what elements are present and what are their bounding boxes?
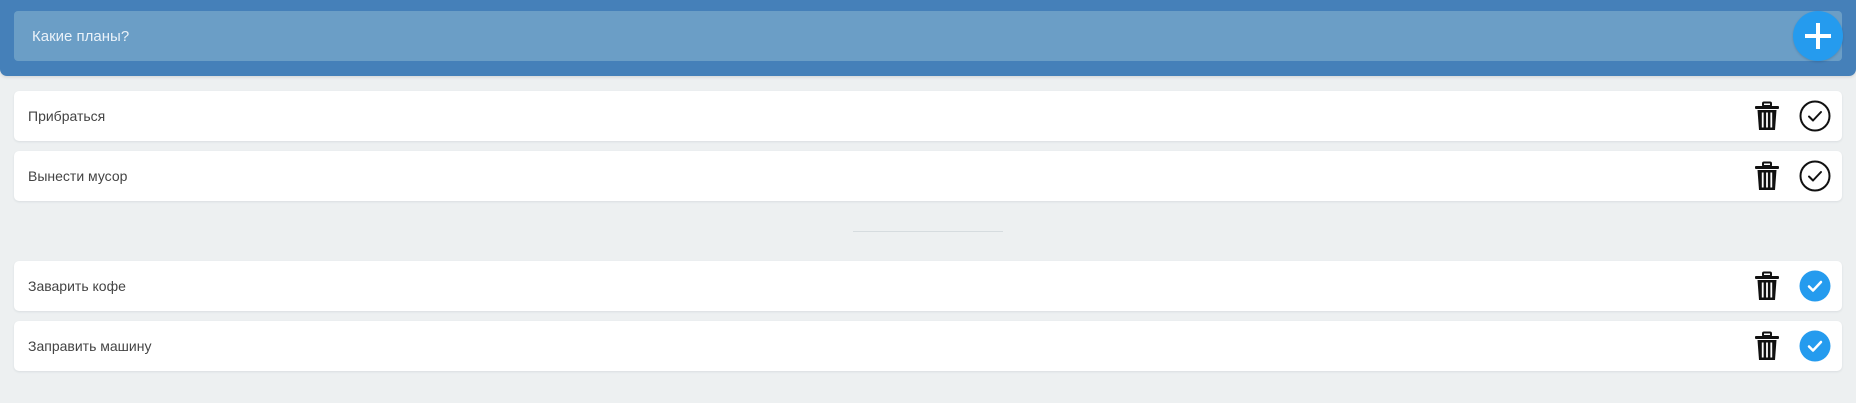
check-circle-icon [1799, 270, 1831, 302]
todo-list: Прибраться Вынести мусор [14, 91, 1842, 211]
plus-icon [1805, 23, 1831, 49]
delete-button[interactable] [1751, 160, 1783, 192]
todo-item-text: Заправить машину [28, 338, 152, 354]
check-circle-icon [1799, 160, 1831, 192]
trash-icon [1755, 101, 1779, 130]
completed-list: Заварить кофе Заправить машину [14, 261, 1842, 381]
completed-item: Заварить кофе [14, 261, 1842, 311]
todo-item-text: Вынести мусор [28, 168, 128, 184]
trash-icon [1755, 161, 1779, 190]
uncomplete-button[interactable] [1799, 270, 1831, 302]
todo-item-text: Заварить кофе [28, 278, 126, 294]
new-todo-input[interactable] [14, 11, 1774, 61]
todo-item-text: Прибраться [28, 108, 106, 124]
completed-item: Заправить машину [14, 321, 1842, 371]
complete-button[interactable] [1799, 160, 1831, 192]
delete-button[interactable] [1751, 330, 1783, 362]
trash-icon [1755, 271, 1779, 300]
delete-button[interactable] [1751, 270, 1783, 302]
header [0, 0, 1856, 76]
check-circle-icon [1799, 100, 1831, 132]
add-todo-button[interactable] [1793, 11, 1843, 61]
new-todo-bar [14, 11, 1842, 61]
trash-icon [1755, 331, 1779, 360]
uncomplete-button[interactable] [1799, 330, 1831, 362]
check-circle-icon [1799, 330, 1831, 362]
todo-item: Вынести мусор [14, 151, 1842, 201]
complete-button[interactable] [1799, 100, 1831, 132]
todo-item: Прибраться [14, 91, 1842, 141]
delete-button[interactable] [1751, 100, 1783, 132]
list-divider [853, 231, 1003, 232]
